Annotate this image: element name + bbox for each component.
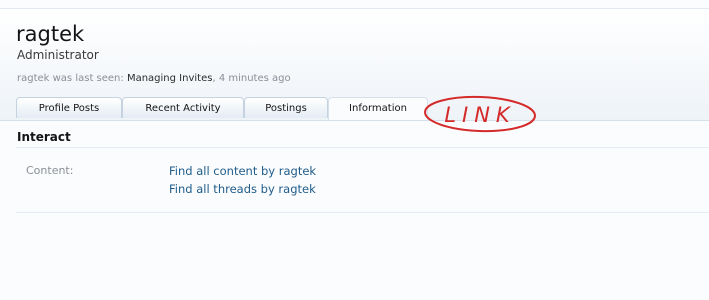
find-all-threads-link[interactable]: Find all threads by ragtek	[169, 182, 316, 196]
section-divider	[16, 147, 709, 148]
last-seen-separator: ,	[212, 73, 216, 84]
user-title: Administrator	[17, 48, 99, 62]
tab-recent-activity[interactable]: Recent Activity	[122, 97, 244, 118]
link-annotation: LINK	[424, 95, 536, 133]
last-seen-activity: Managing Invites	[126, 73, 213, 84]
tab-profile-posts[interactable]: Profile Posts	[16, 97, 122, 118]
tab-postings[interactable]: Postings	[244, 97, 328, 118]
last-seen-prefix: ragtek was last seen:	[17, 73, 124, 84]
find-all-content-link[interactable]: Find all content by ragtek	[169, 164, 316, 178]
interact-heading: Interact	[17, 130, 71, 144]
tab-baseline	[0, 120, 709, 121]
content-label: Content:	[26, 164, 74, 177]
tab-information[interactable]: Information	[328, 97, 428, 121]
last-seen-line: ragtek was last seen: Managing Invites, …	[17, 73, 291, 84]
last-seen-time: 4 minutes ago	[218, 73, 291, 84]
section-bottom-divider	[16, 212, 709, 213]
profile-username[interactable]: ragtek	[16, 22, 84, 46]
annotation-text: LINK	[444, 103, 515, 127]
